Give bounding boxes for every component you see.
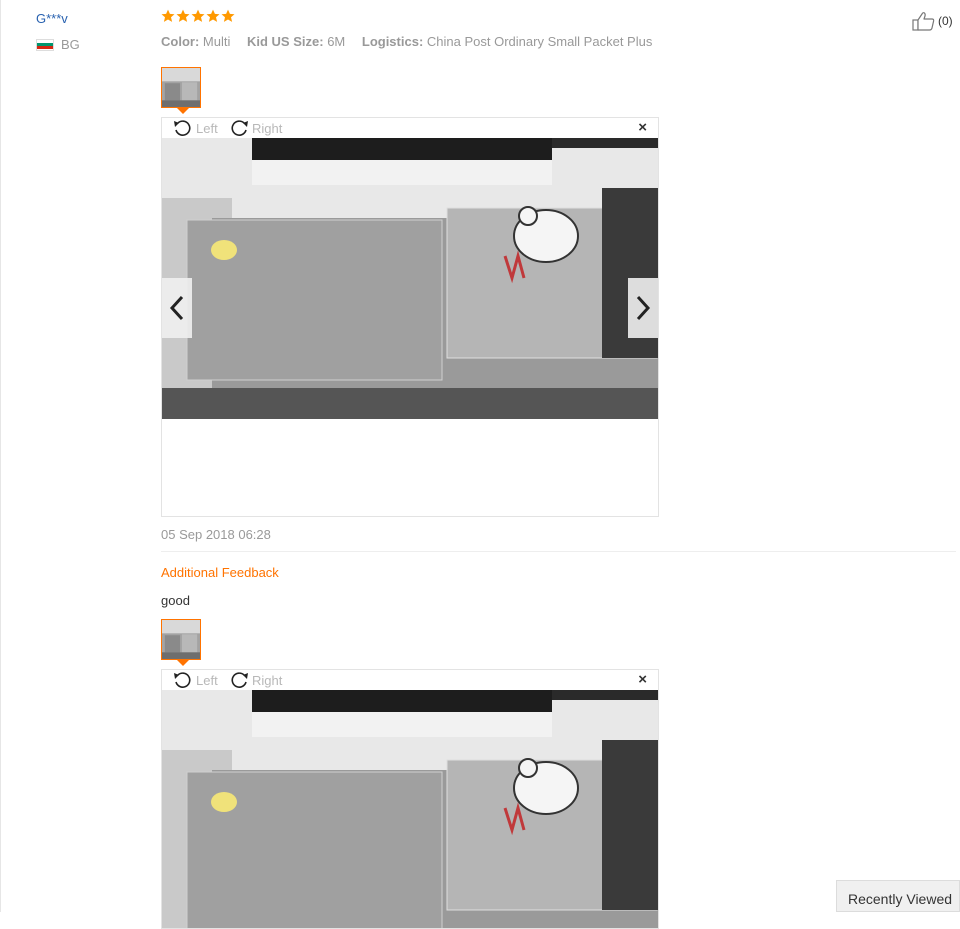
attr-color-value: Multi xyxy=(202,34,231,49)
review-photo-image xyxy=(162,138,658,419)
bulgaria-flag-icon xyxy=(36,38,54,51)
helpful-count: (0) xyxy=(938,14,953,28)
rotate-left-icon xyxy=(174,120,191,136)
star-icon xyxy=(191,9,205,22)
additional-photo-viewer: Left Right × xyxy=(161,669,659,929)
thumbs-up-icon xyxy=(912,12,935,31)
order-attributes: Color: Multi Kid US Size: 6M Logistics: … xyxy=(161,34,665,49)
viewer-toolbar: Left Right × xyxy=(162,670,658,690)
next-photo-button[interactable] xyxy=(628,278,658,338)
flag-stripe-3 xyxy=(37,46,53,50)
rotate-left-button[interactable]: Left xyxy=(172,118,218,138)
recently-viewed-tab[interactable]: Recently Viewed xyxy=(836,880,960,912)
star-icon xyxy=(176,9,190,22)
close-viewer-button[interactable]: × xyxy=(638,672,647,687)
rotate-left-icon xyxy=(174,672,191,688)
attr-size-value: 6M xyxy=(327,34,346,49)
chevron-left-icon xyxy=(169,295,184,321)
rotate-right-label: Right xyxy=(252,672,283,688)
additional-photo-image xyxy=(162,690,658,928)
additional-feedback-title: Additional Feedback xyxy=(161,565,279,580)
thumbnail-selected-caret xyxy=(177,108,189,114)
chevron-right-icon xyxy=(636,295,651,321)
country-code: BG xyxy=(61,37,80,52)
additional-photo-thumbnail[interactable] xyxy=(161,619,201,660)
review-photo xyxy=(162,138,658,419)
previous-photo-button[interactable] xyxy=(162,278,192,338)
rotate-right-button[interactable]: Right xyxy=(228,118,282,138)
helpful-button[interactable]: (0) xyxy=(912,11,953,31)
attr-size-key: Kid US Size: xyxy=(246,34,324,49)
thumbnail-image xyxy=(162,68,200,107)
additional-photo xyxy=(162,690,658,928)
attr-logistics-key: Logistics: xyxy=(361,34,424,49)
viewer-toolbar: Left Right × xyxy=(162,118,658,138)
thumbnail-selected-caret xyxy=(177,660,189,666)
rotate-left-button[interactable]: Left xyxy=(172,670,218,690)
photo-viewer: Left Right × xyxy=(161,117,659,517)
rotate-left-label: Left xyxy=(196,672,218,688)
attr-logistics-value: China Post Ordinary Small Packet Plus xyxy=(426,34,653,49)
left-divider xyxy=(0,0,1,912)
attr-color-key: Color: xyxy=(161,34,200,49)
rotate-right-button[interactable]: Right xyxy=(228,670,282,690)
rotate-left-label: Left xyxy=(196,120,218,136)
reviewer-country: BG xyxy=(36,37,80,52)
star-icon xyxy=(161,9,175,22)
thumbnail-image xyxy=(162,620,200,659)
review-photo-thumbnail[interactable] xyxy=(161,67,201,108)
rotate-right-icon xyxy=(231,120,248,136)
star-rating xyxy=(161,9,235,23)
additional-feedback-text: good xyxy=(161,593,190,608)
star-icon xyxy=(221,9,235,22)
close-viewer-button[interactable]: × xyxy=(638,120,647,135)
section-divider xyxy=(161,551,956,552)
rotate-right-icon xyxy=(231,672,248,688)
reviewer-name[interactable]: G***v xyxy=(36,11,68,26)
rotate-right-label: Right xyxy=(252,120,283,136)
review-date: 05 Sep 2018 06:28 xyxy=(161,527,271,542)
star-icon xyxy=(206,9,220,22)
